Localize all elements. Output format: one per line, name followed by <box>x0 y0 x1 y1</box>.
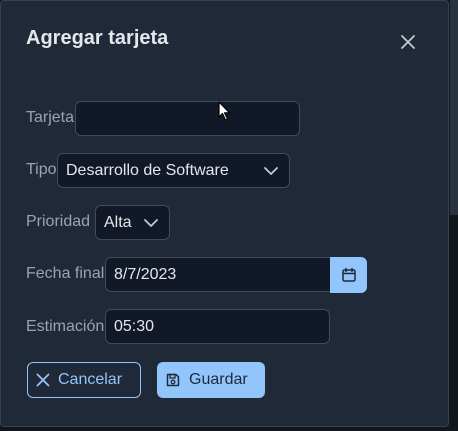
close-icon <box>401 35 415 49</box>
save-label: Guardar <box>189 371 248 388</box>
tipo-dropdown[interactable]: Desarrollo de Software <box>57 153 290 188</box>
cancel-label: Cancelar <box>58 371 123 388</box>
prioridad-dropdown[interactable]: Alta <box>95 205 170 240</box>
tipo-label: Tipo <box>26 161 57 178</box>
fecha-final-label: Fecha final <box>26 265 105 282</box>
chevron-down-icon <box>144 219 158 227</box>
tarjeta-label: Tarjeta <box>26 109 75 126</box>
save-button[interactable]: Guardar <box>157 362 265 398</box>
estimacion-label: Estimación <box>26 318 105 335</box>
tarjeta-input[interactable] <box>75 101 300 136</box>
mouse-cursor-icon <box>218 101 231 121</box>
add-card-dialog: Agregar tarjeta Tarjeta Tipo Desarrollo … <box>0 0 449 427</box>
close-button[interactable] <box>397 31 419 53</box>
save-icon <box>166 373 180 387</box>
close-icon <box>36 373 50 387</box>
estimacion-input[interactable]: 05:30 <box>105 309 330 344</box>
fecha-final-input[interactable]: 8/7/2023 <box>105 257 331 292</box>
tipo-selected-value: Desarrollo de Software <box>66 161 229 179</box>
chevron-down-icon <box>264 167 278 175</box>
prioridad-label: Prioridad <box>26 213 91 230</box>
background-panel-edge <box>450 0 458 215</box>
prioridad-selected-value: Alta <box>104 213 132 231</box>
calendar-icon <box>341 267 356 282</box>
cancel-button[interactable]: Cancelar <box>27 362 141 398</box>
dialog-title: Agregar tarjeta <box>26 27 169 49</box>
calendar-button[interactable] <box>330 257 367 293</box>
